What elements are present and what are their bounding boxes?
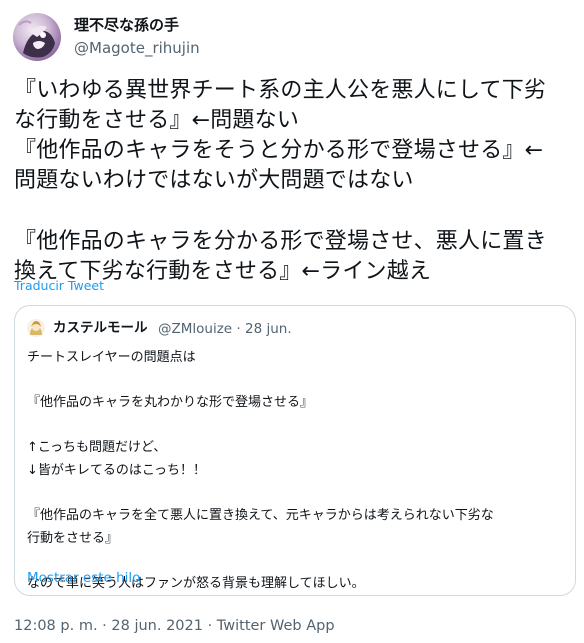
- tweet-text-line: 『他作品のキャラをそうと分かる形で登場させる』←: [14, 138, 544, 163]
- quoted-tweet-meta: @ZMlouize · 28 jun.: [158, 320, 292, 338]
- quoted-text-line: 『他作品のキャラを全て悪人に置き換えて、元キャラからは考えられない下劣な: [27, 508, 494, 524]
- author-avatar[interactable]: [13, 13, 61, 61]
- author-display-name[interactable]: 理不尽な孫の手: [74, 15, 179, 35]
- quoted-text-line: 『他作品のキャラを丸わかりな形で登場させる』: [27, 395, 314, 411]
- quoted-text-line: チートスレイヤーの問題点は: [27, 350, 196, 365]
- avatar-illustration: [18, 20, 55, 58]
- tweet-text-line: な行動をさせる』←問題ない: [14, 108, 300, 133]
- quoted-text-blank-line: [27, 483, 567, 506]
- quoted-tweet-text: チートスレイヤーの問題点は 『他作品のキャラを丸わかりな形で登場させる』 ↑こっ…: [27, 347, 567, 596]
- quoted-author-avatar[interactable]: [27, 319, 45, 337]
- show-thread-link[interactable]: Mostrar este hilo: [27, 569, 140, 587]
- quoted-text-line: 行動をさせる』: [27, 530, 119, 546]
- tweet-card: 理不尽な孫の手 @Magote_rihujin 『いわゆる異世界チート系の主人公…: [0, 0, 584, 643]
- tweet-text-line: 問題ないわけではないが大問題ではない: [14, 168, 414, 193]
- quoted-text-blank-line: [27, 370, 567, 393]
- quoted-tweet[interactable]: カステルモール @ZMlouize · 28 jun. チートスレイヤーの問題点…: [14, 305, 576, 596]
- translate-tweet-link[interactable]: Traducir Tweet: [14, 278, 104, 294]
- avatar-illustration: [30, 321, 42, 335]
- quoted-author-display-name: カステルモール: [53, 320, 148, 336]
- quoted-tweet-date: 28 jun.: [245, 321, 292, 337]
- author-handle[interactable]: @Magote_rihujin: [74, 38, 200, 58]
- tweet-text-line: 『他作品のキャラを分かる形で登場させ、悪人に置き: [14, 229, 547, 254]
- quoted-text-line: ↓皆がキレてるのはこっち！！: [27, 462, 206, 478]
- quoted-text-line: ↑こっちも問題だけど、: [27, 440, 167, 456]
- tweet-text: 『いわゆる異世界チート系の主人公を悪人にして下劣 な行動をさせる』←問題ない 『…: [14, 76, 574, 287]
- quoted-text-blank-line: [27, 415, 567, 438]
- meta-separator: ·: [236, 321, 241, 337]
- quoted-author-handle: @ZMlouize: [158, 321, 233, 337]
- tweet-timestamp-source[interactable]: 12:08 p. m. · 28 jun. 2021 · Twitter Web…: [14, 616, 335, 636]
- tweet-text-line: 『いわゆる異世界チート系の主人公を悪人にして下劣: [14, 78, 547, 103]
